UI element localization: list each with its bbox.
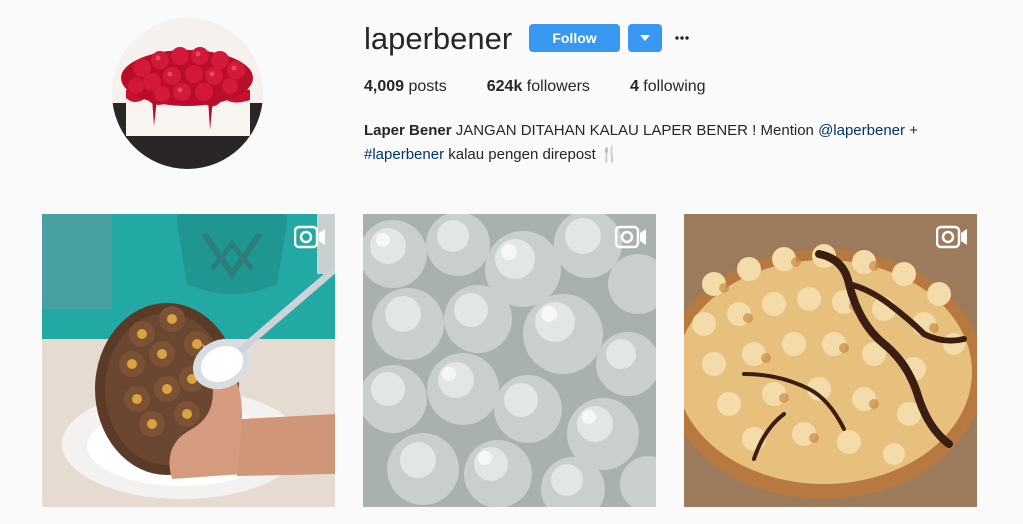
bio-text-1: JANGAN DITAHAN KALAU LAPER BENER ! Menti… — [455, 122, 814, 139]
video-icon — [936, 225, 967, 249]
profile-avatar[interactable] — [112, 18, 263, 169]
profile-bio: Laper Bener JANGAN DITAHAN KALAU LAPER B… — [364, 119, 964, 167]
more-options-button[interactable] — [671, 24, 693, 52]
followers-label: followers — [526, 78, 590, 95]
caret-down-icon — [640, 35, 650, 41]
post-tile[interactable] — [42, 214, 335, 507]
posts-stat: 4,009 posts — [364, 78, 447, 96]
post-tile[interactable] — [684, 214, 977, 507]
bio-hashtag-link[interactable]: #laperbener — [364, 146, 444, 163]
suggestions-dropdown-button[interactable] — [628, 24, 662, 52]
following-count: 4 — [629, 78, 639, 95]
follow-button[interactable]: Follow — [529, 24, 620, 52]
post-tile[interactable] — [363, 214, 656, 507]
profile-stats: 4,009 posts 624k followers 4 following — [364, 78, 746, 96]
bio-plus: + — [909, 122, 918, 139]
fork-knife-icon: 🍴 — [600, 146, 619, 163]
marshmallow-pizza-photo — [684, 214, 977, 507]
bio-mention-link[interactable]: @laperbener — [818, 122, 905, 139]
followers-count: 624k — [486, 78, 523, 95]
bio-text-2: kalau pengen direpost — [448, 146, 596, 163]
chocolate-egg-photo — [42, 214, 335, 507]
followers-stat[interactable]: 624k followers — [487, 78, 590, 96]
profile-full-name: Laper Bener — [364, 122, 452, 139]
posts-count: 4,009 — [364, 78, 405, 95]
following-label: following — [643, 78, 706, 95]
rice-cakes-photo — [363, 214, 656, 507]
video-icon — [294, 225, 325, 249]
profile-username: laperbener — [364, 21, 513, 56]
ellipsis-icon — [675, 36, 689, 40]
cheesecake-photo — [112, 18, 263, 169]
posts-label: posts — [408, 78, 447, 95]
following-stat[interactable]: 4 following — [630, 78, 706, 96]
video-icon — [615, 225, 646, 249]
